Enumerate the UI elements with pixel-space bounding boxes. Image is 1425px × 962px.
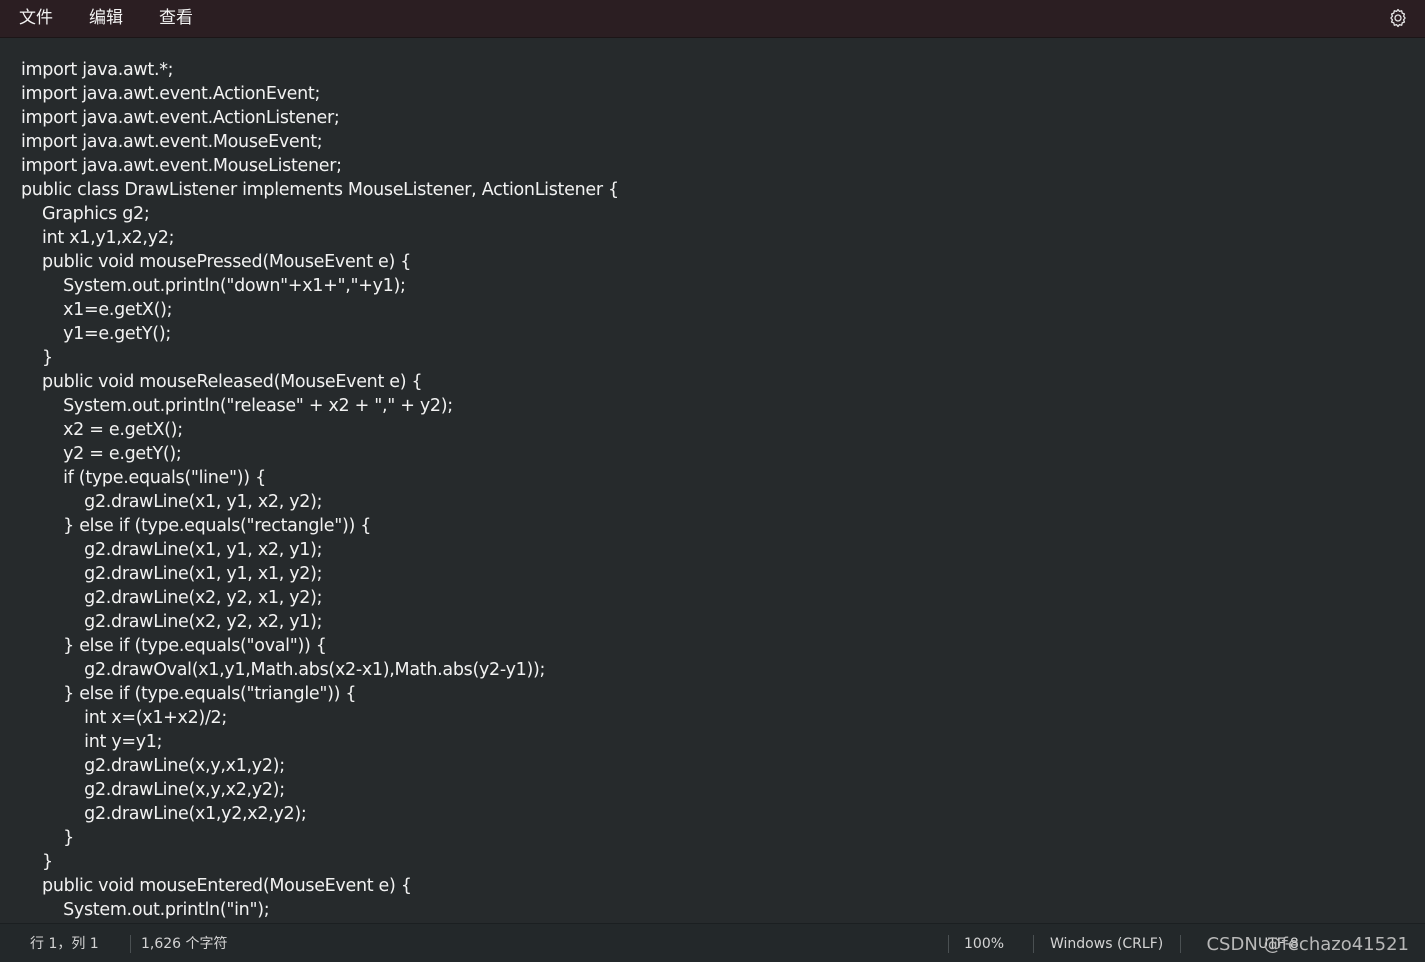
code-line: public void mousePressed(MouseEvent e) { <box>21 252 412 272</box>
code-line: public void mouseReleased(MouseEvent e) … <box>21 372 423 392</box>
cursor-position: 行 1，列 1 <box>30 936 99 952</box>
code-line: int x1,y1,x2,y2; <box>21 228 175 248</box>
line-ending[interactable]: Windows (CRLF) <box>1050 924 1163 962</box>
code-line: } else if (type.equals("rectangle")) { <box>21 516 372 536</box>
code-line: g2.drawLine(x2, y2, x2, y1); <box>21 612 323 632</box>
code-line: if (type.equals("line")) { <box>21 468 266 488</box>
code-line: } else if (type.equals("oval")) { <box>21 636 327 656</box>
gear-icon <box>1390 8 1406 28</box>
code-line: g2.drawLine(x1,y2,x2,y2); <box>21 804 307 824</box>
status-divider <box>948 935 949 953</box>
code-line: x1=e.getX(); <box>21 300 173 320</box>
code-line: g2.drawLine(x1, y1, x2, y1); <box>21 540 323 560</box>
code-line: int y=y1; <box>21 732 163 752</box>
code-line: g2.drawLine(x1, y1, x1, y2); <box>21 564 323 584</box>
code-line: import java.awt.event.ActionEvent; <box>21 84 321 104</box>
code-line: public class DrawListener implements Mou… <box>21 180 619 200</box>
code-text: import java.awt.*; import java.awt.event.… <box>21 58 619 922</box>
status-bar: 行 1，列 1 1,626 个字符 100% Windows (CRLF) UT… <box>0 923 1425 962</box>
code-line: g2.drawLine(x2, y2, x1, y2); <box>21 588 323 608</box>
menu-bar: 文件 编辑 查看 <box>0 0 1425 38</box>
zoom-level[interactable]: 100% <box>964 924 1004 962</box>
code-line: int x=(x1+x2)/2; <box>21 708 227 728</box>
code-line: } else if (type.equals("triangle")) { <box>21 684 357 704</box>
code-line: System.out.println("down"+x1+","+y1); <box>21 276 406 296</box>
code-line: import java.awt.event.MouseEvent; <box>21 132 323 152</box>
code-line: g2.drawLine(x,y,x2,y2); <box>21 780 285 800</box>
status-divider <box>1180 935 1181 953</box>
code-line: System.out.println("release" + x2 + "," … <box>21 396 453 416</box>
code-line: g2.drawLine(x,y,x1,y2); <box>21 756 285 776</box>
code-line: import java.awt.event.MouseListener; <box>21 156 342 176</box>
text-editor[interactable]: import java.awt.*; import java.awt.event.… <box>0 39 1425 923</box>
code-line: y2 = e.getY(); <box>21 444 182 464</box>
code-line: x2 = e.getX(); <box>21 420 183 440</box>
status-divider <box>130 935 131 953</box>
menu-view[interactable]: 查看 <box>159 0 193 38</box>
code-line: g2.drawOval(x1,y1,Math.abs(x2-x1),Math.a… <box>21 660 546 680</box>
code-line: public void mouseEntered(MouseEvent e) { <box>21 876 412 896</box>
code-line: Graphics g2; <box>21 204 150 224</box>
menu-file[interactable]: 文件 <box>19 0 53 38</box>
status-divider <box>1033 935 1034 953</box>
code-line: import java.awt.event.ActionListener; <box>21 108 340 128</box>
watermark: CSDN @fechazo41521 <box>1206 934 1409 955</box>
character-count: 1,626 个字符 <box>141 936 228 952</box>
code-line: g2.drawLine(x1, y1, x2, y2); <box>21 492 323 512</box>
code-line: } <box>21 348 53 368</box>
code-line: import java.awt.*; <box>21 60 174 80</box>
code-line: System.out.println("in"); <box>21 900 270 920</box>
settings-button[interactable] <box>1388 8 1408 28</box>
code-line: } <box>21 852 53 872</box>
menu-edit[interactable]: 编辑 <box>89 0 123 38</box>
code-line: y1=e.getY(); <box>21 324 171 344</box>
code-line: } <box>21 828 74 848</box>
